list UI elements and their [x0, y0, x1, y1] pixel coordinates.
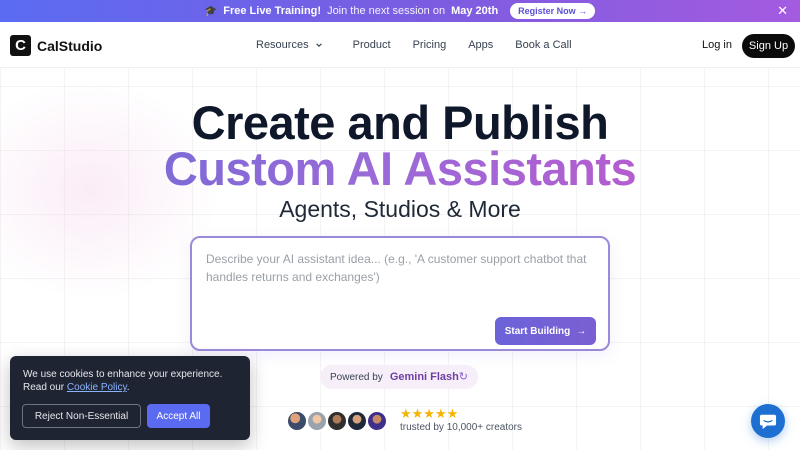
chat-button[interactable]	[751, 404, 785, 438]
logo-text: CalStudio	[37, 37, 103, 54]
nav-link-pricing[interactable]: Pricing	[413, 39, 447, 51]
cookie-banner: We use cookies to enhance your experienc…	[10, 356, 250, 440]
powered-by-badge: Powered by Gemini Flash ↻	[320, 365, 478, 389]
navbar: C CalStudio Resources Product Pricing Ap…	[0, 22, 800, 68]
assistant-idea-placeholder: Describe your AI assistant idea... (e.g.…	[206, 252, 587, 284]
creator-avatars	[286, 410, 388, 432]
avatar	[346, 410, 368, 432]
announcement-title: Free Live Training!	[223, 5, 322, 17]
cookie-suffix: .	[126, 382, 130, 393]
close-icon[interactable]: ✕	[777, 3, 788, 19]
announcement-text: Join the next session on	[327, 5, 446, 17]
announcement-date: May 20th	[451, 5, 499, 17]
avatar	[366, 410, 388, 432]
login-link[interactable]: Log in	[702, 39, 732, 51]
hero-title-line-2: Custom AI Assistants	[0, 142, 800, 196]
arrow-right-icon: →	[576, 325, 587, 337]
nav-link-book-a-call[interactable]: Book a Call	[515, 39, 571, 51]
graduation-cap-icon: 🎓	[204, 5, 218, 17]
register-now-button[interactable]: Register Now →	[510, 3, 596, 19]
hero-title-gradient-text: Custom AI Assistants	[163, 142, 637, 195]
reject-non-essential-button[interactable]: Reject Non-Essential	[22, 404, 141, 428]
nav-link-apps[interactable]: Apps	[468, 39, 493, 51]
avatar	[286, 410, 308, 432]
chevron-down-icon	[315, 43, 322, 48]
chat-bubble-icon	[759, 414, 777, 429]
nav-link-resources-label: Resources	[256, 39, 309, 51]
model-name: Gemini Flash	[389, 371, 459, 383]
rating-stars: ★★★★★	[400, 406, 459, 421]
signup-button[interactable]: Sign Up	[742, 34, 795, 58]
logo-icon: C	[10, 35, 31, 56]
announcement-bar: 🎓 Free Live Training! Join the next sess…	[0, 0, 800, 22]
nav-links: Resources Product Pricing Apps Book a Ca…	[256, 39, 572, 51]
avatar	[306, 410, 328, 432]
trusted-by-text: trusted by 10,000+ creators	[400, 422, 523, 433]
powered-by-label: Powered by	[330, 371, 383, 383]
start-building-label: Start Building	[504, 325, 571, 337]
cookie-policy-link[interactable]: Cookie Policy	[67, 382, 127, 393]
start-building-button[interactable]: Start Building →	[495, 317, 596, 345]
avatar	[326, 410, 348, 432]
nav-link-resources[interactable]: Resources	[256, 39, 323, 51]
accept-all-button[interactable]: Accept All	[147, 404, 210, 428]
hero-subtitle: Agents, Studios & More	[279, 196, 521, 222]
assistant-idea-input[interactable]: Describe your AI assistant idea... (e.g.…	[190, 236, 610, 351]
nav-link-product[interactable]: Product	[353, 39, 391, 51]
refresh-icon[interactable]: ↻	[459, 370, 468, 383]
logo[interactable]: C CalStudio	[10, 35, 102, 56]
cookie-message: We use cookies to enhance your experienc…	[23, 368, 243, 394]
